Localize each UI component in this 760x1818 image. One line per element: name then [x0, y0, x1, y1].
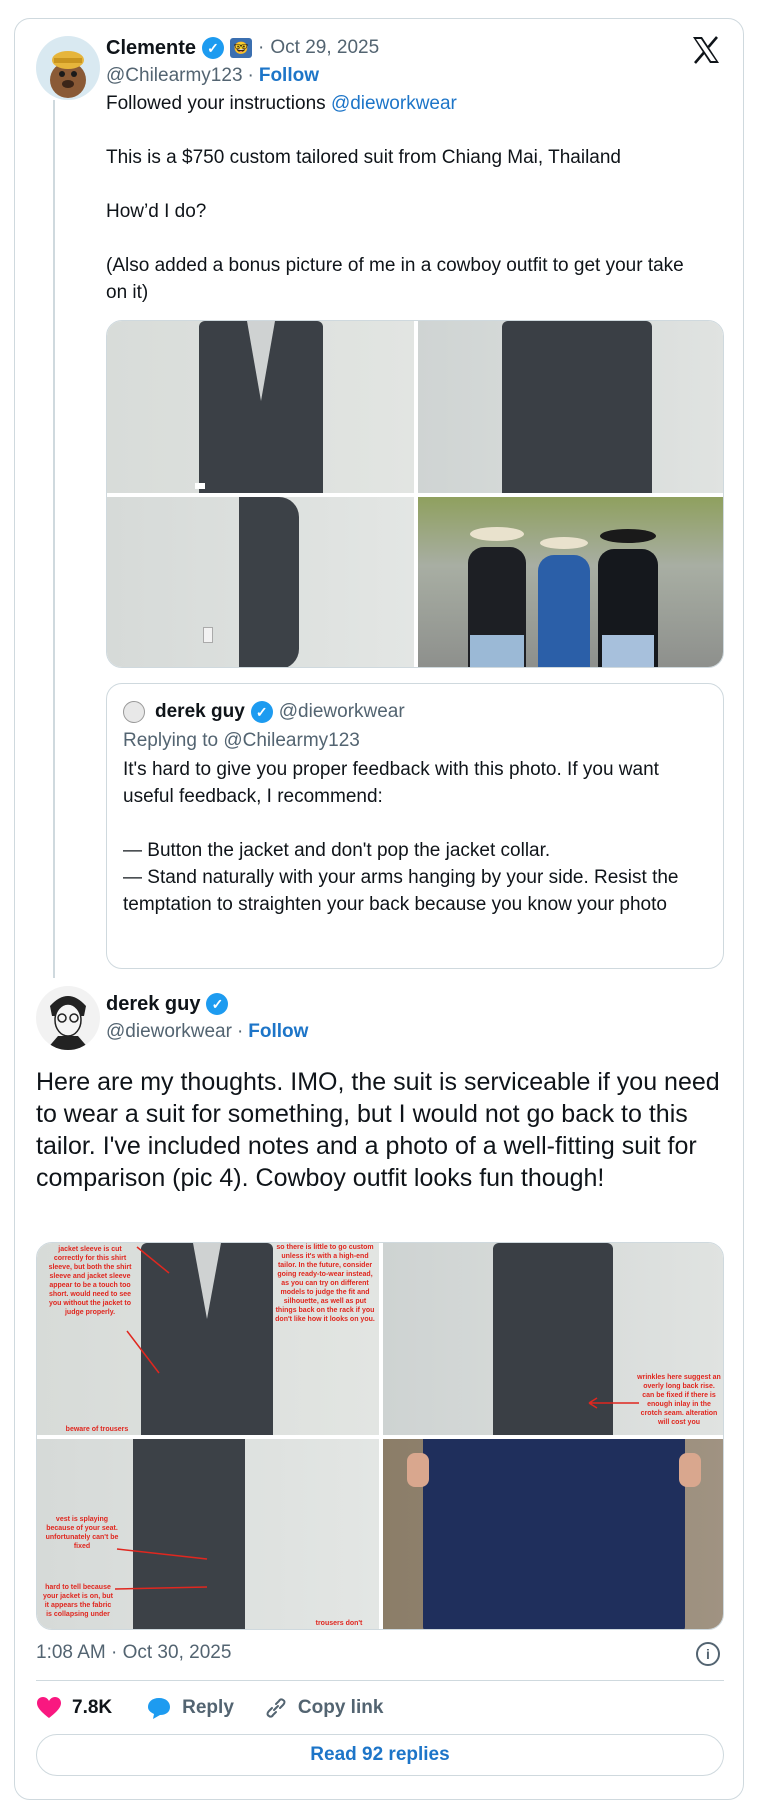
- quoted-avatar: [123, 701, 145, 723]
- note-fabric: hard to tell because your jacket is on, …: [43, 1584, 114, 1618]
- photo-annotated-back[interactable]: wrinkles here suggest an overly long bac…: [383, 1243, 723, 1435]
- quoted-text: It's hard to give you proper feedback wi…: [123, 759, 679, 915]
- photo-suit-side[interactable]: [107, 497, 414, 667]
- tweet-timestamp[interactable]: 1:08 AM · Oct 30, 2025: [36, 1642, 231, 1664]
- like-count: 7.8K: [72, 1697, 113, 1718]
- annotated-media-grid: jacket sleeve is cut correctly for this …: [36, 1242, 724, 1630]
- follow-button[interactable]: Follow: [259, 65, 319, 87]
- tweet-text: Followed your instructions @dieworkwear …: [106, 90, 706, 306]
- follow-button[interactable]: Follow: [248, 1021, 308, 1043]
- media-grid: [106, 320, 724, 668]
- read-replies-button[interactable]: Read 92 replies: [36, 1734, 724, 1776]
- quoted-author-name: derek guy: [155, 701, 245, 722]
- tweet-body: This is a $750 custom tailored suit from…: [106, 147, 684, 303]
- verified-badge-icon: ✓: [202, 37, 225, 59]
- avatar[interactable]: [36, 36, 100, 100]
- photo-suit-front[interactable]: [107, 321, 414, 493]
- speech-bubble-icon: [148, 1698, 171, 1719]
- tweet-date[interactable]: Oct 29, 2025: [270, 37, 379, 59]
- emoji-badge-icon: 🤓: [230, 38, 253, 58]
- replying-to: Replying to @Chilearmy123: [123, 730, 360, 751]
- note-trousers: beware of trousers: [65, 1426, 129, 1433]
- reply-button[interactable]: Reply: [146, 1696, 234, 1720]
- verified-badge-icon: ✓: [250, 701, 273, 723]
- x-logo-icon[interactable]: [690, 34, 722, 66]
- quoted-tweet[interactable]: derek guy ✓ @dieworkwear Replying to @Ch…: [106, 683, 724, 969]
- heart-icon: [37, 1697, 61, 1718]
- reply-author-name[interactable]: derek guy: [106, 993, 200, 1016]
- info-icon[interactable]: i: [696, 1642, 720, 1666]
- thread-line: [53, 100, 55, 978]
- note-custom: so there is little to go custom unless i…: [275, 1244, 375, 1323]
- photo-cowboy-outfit[interactable]: [418, 497, 723, 667]
- like-button[interactable]: 7.8K: [36, 1696, 112, 1720]
- photo-suit-back[interactable]: [418, 321, 723, 493]
- note-trousers-fit: trousers don't: [315, 1620, 363, 1627]
- reply-text: Here are my thoughts. IMO, the suit is s…: [36, 1068, 720, 1192]
- photo-reference-suit[interactable]: [383, 1439, 723, 1629]
- photo-annotated-front[interactable]: jacket sleeve is cut correctly for this …: [37, 1243, 379, 1435]
- mention-link[interactable]: @dieworkwear: [331, 93, 457, 114]
- note-wrinkles: wrinkles here suggest an overly long bac…: [637, 1374, 721, 1426]
- author-name[interactable]: Clemente: [106, 37, 196, 60]
- quoted-author-handle: @dieworkwear: [278, 701, 405, 722]
- link-icon: [266, 1698, 286, 1718]
- avatar[interactable]: [36, 986, 100, 1050]
- reply-author-handle[interactable]: @dieworkwear: [106, 1021, 232, 1043]
- photo-annotated-side[interactable]: vest is splaying because of your seat. u…: [37, 1439, 379, 1629]
- author-handle[interactable]: @Chilearmy123: [106, 65, 243, 87]
- divider: [36, 1680, 724, 1681]
- verified-badge-icon: ✓: [206, 993, 229, 1015]
- copy-link-button[interactable]: Copy link: [264, 1696, 383, 1720]
